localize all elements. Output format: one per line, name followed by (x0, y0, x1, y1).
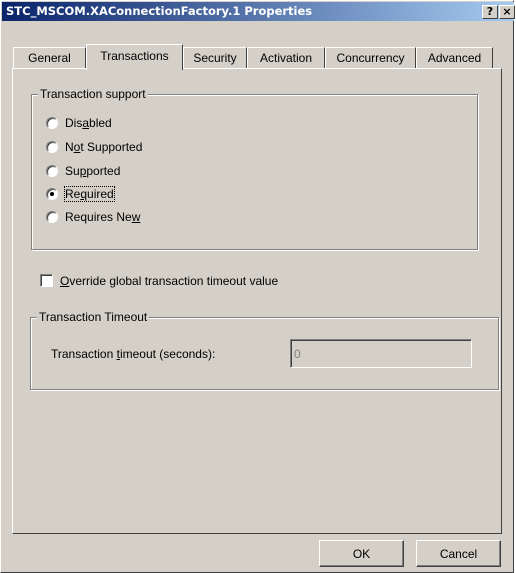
radio-requires-new-button[interactable] (46, 211, 58, 223)
radio-required-button[interactable] (46, 188, 58, 200)
radio-requires-new-label: Requires New (65, 210, 141, 224)
tab-advanced[interactable]: Advanced (416, 47, 493, 68)
radio-selected-dot (50, 192, 54, 196)
radio-required-label: Required (64, 186, 115, 202)
radio-supported-label: Supported (65, 164, 121, 178)
radio-supported-button[interactable] (46, 165, 58, 177)
radio-disabled-label: Disabled (65, 116, 112, 130)
override-timeout-checkbox[interactable] (40, 274, 53, 287)
radio-not-supported-button[interactable] (46, 141, 58, 153)
transactions-tab-panel: Transaction support Disabled Not Support… (12, 68, 502, 534)
cancel-button[interactable]: Cancel (416, 540, 501, 567)
window-title: STC_MSCOM.XAConnectionFactory.1 Properti… (6, 4, 313, 18)
tab-general[interactable]: General (13, 47, 86, 68)
radio-disabled-button[interactable] (46, 117, 58, 129)
timeout-seconds-label: Transaction timeout (seconds): (51, 347, 216, 361)
tab-concurrency[interactable]: Concurrency (325, 47, 416, 68)
close-button[interactable]: × (499, 5, 515, 19)
tab-activation[interactable]: Activation (247, 47, 325, 68)
properties-dialog: STC_MSCOM.XAConnectionFactory.1 Properti… (0, 0, 515, 573)
help-button[interactable]: ? (482, 5, 498, 19)
ok-button[interactable]: OK (319, 540, 404, 567)
override-timeout-label: Override global transaction timeout valu… (60, 274, 279, 288)
tab-transactions[interactable]: Transactions (86, 44, 183, 70)
title-bar[interactable]: STC_MSCOM.XAConnectionFactory.1 Properti… (2, 2, 515, 21)
transaction-support-legend: Transaction support (38, 87, 148, 101)
transaction-timeout-legend: Transaction Timeout (37, 310, 150, 324)
timeout-seconds-input[interactable] (290, 339, 472, 368)
radio-not-supported-label: Not Supported (65, 140, 143, 154)
tab-security[interactable]: Security (183, 47, 247, 68)
transaction-timeout-group: Transaction Timeout Transaction timeout … (30, 310, 499, 390)
transaction-support-group: Transaction support Disabled Not Support… (31, 87, 478, 250)
